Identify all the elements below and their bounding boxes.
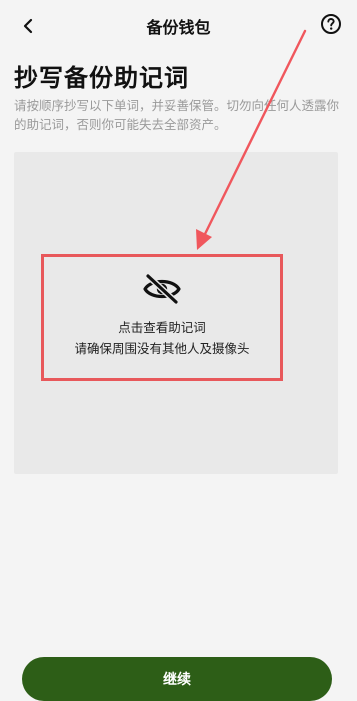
reveal-title: 点击查看助记词 xyxy=(118,320,206,335)
reveal-hint: 请确保周围没有其他人及摄像头 xyxy=(74,341,250,356)
question-circle-icon xyxy=(321,14,341,34)
eye-off-icon xyxy=(143,273,181,305)
page-title: 抄写备份助记词 xyxy=(14,64,189,92)
instruction-text: 请按顺序抄写以下单词，并妥善保管。切勿向任何人透露你的助记词，否则你可能失去全部… xyxy=(14,98,340,132)
help-button[interactable] xyxy=(319,12,343,36)
page-header-title: 备份钱包 xyxy=(146,18,211,37)
continue-button[interactable]: 继续 xyxy=(22,657,332,701)
reveal-mnemonic-button[interactable]: 点击查看助记词 请确保周围没有其他人及摄像头 xyxy=(41,254,283,381)
header: 备份钱包 xyxy=(0,0,357,50)
